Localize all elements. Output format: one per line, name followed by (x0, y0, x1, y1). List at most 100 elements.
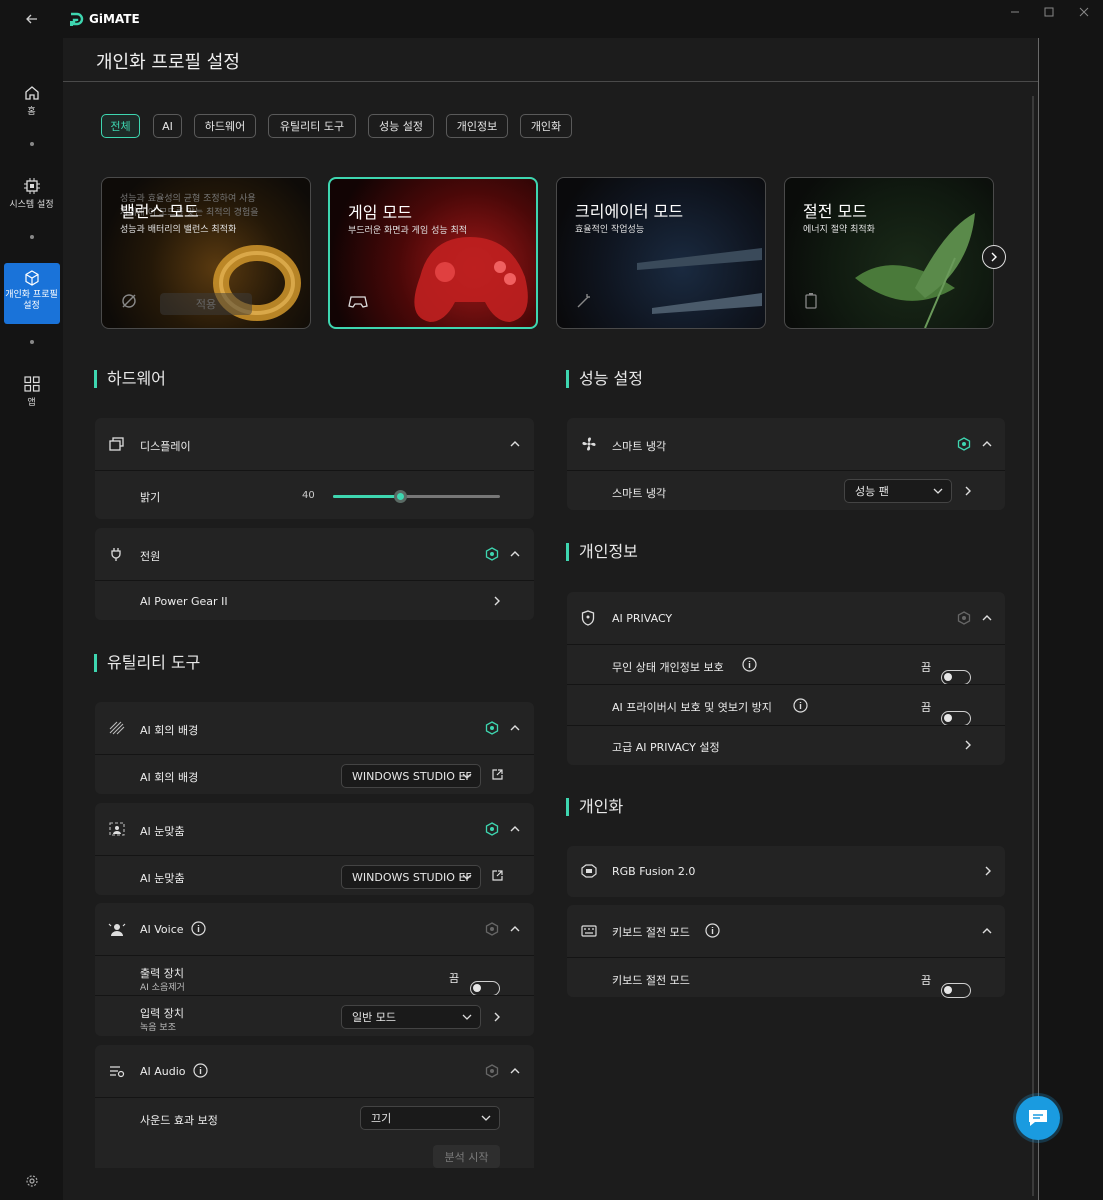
info-icon[interactable] (705, 923, 720, 938)
dropdown-value: WINDOWS STUDIO EF (352, 769, 472, 783)
smart-cooling-header[interactable]: 스마트 냉각 (567, 418, 1005, 470)
row-label: AI 눈맞춤 (140, 872, 185, 885)
analyze-start-button[interactable]: 분석 시작 (433, 1145, 500, 1168)
mode-subtitle: 효율적인 작업성능 (575, 225, 645, 235)
nav-item-profile[interactable]: 개인화 프로필 설정 (0, 270, 63, 312)
toggle-state-text: 끔 (921, 701, 932, 714)
mode-subtitle: 성능과 배터리의 밸런스 최적화 (120, 225, 237, 235)
toggle-state-text: 끔 (449, 972, 460, 985)
chat-support-button[interactable] (1016, 1096, 1060, 1140)
brightness-label: 밝기 (140, 491, 161, 504)
ai-eye-panel: AI 눈맞춤 AI 눈맞춤 WINDOWS STUDIO EF (95, 803, 534, 895)
apply-button[interactable]: 적용 (160, 293, 252, 315)
mode-subtitle: 부드러운 화면과 게임 성능 최적 (348, 226, 468, 236)
unattended-privacy-toggle[interactable] (941, 670, 971, 685)
fan-mode-dropdown[interactable]: 성능 팬 (844, 479, 952, 503)
noise-cancel-toggle[interactable] (470, 981, 500, 996)
nav-item-system[interactable]: 시스템 설정 (0, 177, 63, 211)
chevron-up-icon[interactable] (982, 440, 992, 448)
filter-chip-ai[interactable]: AI (153, 114, 182, 138)
ai-eye-header[interactable]: AI 눈맞춤 (95, 803, 534, 855)
nav-item-apps[interactable]: 앱 (0, 375, 63, 409)
peek-protection-toggle[interactable] (941, 710, 971, 726)
filter-chip-performance[interactable]: 성능 설정 (368, 114, 434, 138)
row-label: 스마트 냉각 (612, 487, 667, 500)
section-heading-hardware: 하드웨어 (94, 370, 166, 388)
filter-chip-all[interactable]: 전체 (101, 114, 140, 138)
chevron-right-icon[interactable] (964, 486, 972, 496)
scrollbar-track[interactable] (1032, 96, 1034, 1196)
mode-subtitle: 에너지 절약 최적화 (803, 225, 875, 235)
chevron-right-icon[interactable] (964, 740, 972, 750)
power-header[interactable]: 전원 (95, 528, 534, 580)
row-label: AI 프라이버시 보호 및 엿보기 방지 (612, 701, 772, 714)
info-icon[interactable] (793, 698, 808, 713)
ai-meeting-header[interactable]: AI 회의 배경 (95, 702, 534, 754)
carousel-next-button[interactable] (982, 245, 1006, 269)
ai-audio-header[interactable]: AI Audio (95, 1045, 534, 1097)
brightness-slider[interactable] (333, 490, 500, 503)
keyboard-power-header[interactable]: 키보드 절전 모드 (567, 905, 1005, 957)
keyboard-power-panel: 키보드 절전 모드 키보드 절전 모드 끔 (567, 905, 1005, 998)
eye-contact-dropdown[interactable]: WINDOWS STUDIO EF (341, 865, 481, 889)
magic-wand-icon (575, 292, 593, 310)
chevron-up-icon[interactable] (510, 550, 520, 558)
chevron-up-icon[interactable] (510, 925, 520, 933)
chip-icon (23, 178, 40, 194)
advanced-privacy-row[interactable]: 고급 AI PRIVACY 설정 (567, 725, 1005, 765)
panel-title: 전원 (140, 550, 161, 563)
mode-card-creator[interactable]: 크리에이터 모드 효율적인 작업성능 (556, 177, 766, 329)
ai-privacy-header[interactable]: AI PRIVACY (567, 592, 1005, 644)
nav-item-home[interactable]: 홈 (0, 84, 63, 118)
filter-chip-hardware[interactable]: 하드웨어 (194, 114, 256, 138)
home-icon (24, 86, 39, 100)
maximize-icon[interactable] (1042, 5, 1056, 19)
ai-badge-disabled-icon (485, 922, 499, 936)
external-link-icon[interactable] (492, 769, 503, 780)
nav-separator-dot (30, 142, 34, 146)
chevron-right-icon[interactable] (493, 596, 501, 606)
nav-separator-dot (30, 340, 34, 344)
power-gear-row[interactable]: AI Power Gear II (95, 580, 534, 620)
filter-chip-personalization[interactable]: 개인화 (520, 114, 572, 138)
divider (1038, 38, 1039, 1200)
chevron-right-icon[interactable] (984, 866, 992, 876)
mode-card-balance[interactable]: 성능과 효율성의 균형 조정하여 사용 자에게 이 모드를 맞는 최적의 경험을… (101, 177, 311, 329)
eye-contact-icon (109, 822, 125, 836)
info-icon[interactable] (191, 921, 206, 936)
section-heading-utility: 유틸리티 도구 (94, 654, 200, 672)
row-label: 사운드 효과 보정 (140, 1114, 218, 1127)
gamepad-icon (348, 293, 368, 309)
input-mode-dropdown[interactable]: 일반 모드 (341, 1005, 481, 1029)
ai-voice-header[interactable]: AI Voice (95, 903, 534, 955)
external-link-icon[interactable] (492, 870, 503, 881)
chevron-up-icon[interactable] (510, 724, 520, 732)
chevron-up-icon[interactable] (510, 825, 520, 833)
rgb-fusion-panel[interactable]: RGB Fusion 2.0 (567, 846, 1005, 897)
chevron-up-icon[interactable] (982, 614, 992, 622)
chevron-up-icon[interactable] (510, 1067, 520, 1075)
info-icon[interactable] (742, 657, 757, 672)
chevron-up-icon[interactable] (982, 927, 992, 935)
filter-chip-privacy[interactable]: 개인정보 (446, 114, 508, 138)
minimize-icon[interactable] (1008, 5, 1022, 19)
row-label: 키보드 절전 모드 (612, 974, 690, 987)
back-arrow-icon[interactable] (22, 9, 42, 29)
slider-thumb[interactable] (393, 490, 407, 503)
keyboard-power-toggle[interactable] (941, 983, 971, 998)
close-icon[interactable] (1077, 5, 1091, 19)
chevron-up-icon[interactable] (510, 440, 520, 448)
display-header[interactable]: 디스플레이 (95, 418, 534, 470)
filter-chip-utility[interactable]: 유틸리티 도구 (268, 114, 356, 138)
title-bar: GiMATE (0, 0, 1103, 38)
shield-icon (581, 610, 595, 626)
meeting-bg-dropdown[interactable]: WINDOWS STUDIO EF (341, 764, 481, 788)
sound-effect-dropdown[interactable]: 끄기 (360, 1106, 500, 1130)
gimate-logo-icon (68, 12, 84, 28)
mode-card-power-saving[interactable]: 절전 모드 에너지 절약 최적화 (784, 177, 994, 329)
info-icon[interactable] (193, 1063, 208, 1078)
ai-meeting-row: AI 회의 배경 WINDOWS STUDIO EF (95, 754, 534, 794)
settings-gear-icon[interactable] (24, 1173, 40, 1189)
mode-card-game[interactable]: 게임 모드 부드러운 화면과 게임 성능 최적 (328, 177, 538, 329)
chevron-right-icon[interactable] (493, 1012, 501, 1022)
